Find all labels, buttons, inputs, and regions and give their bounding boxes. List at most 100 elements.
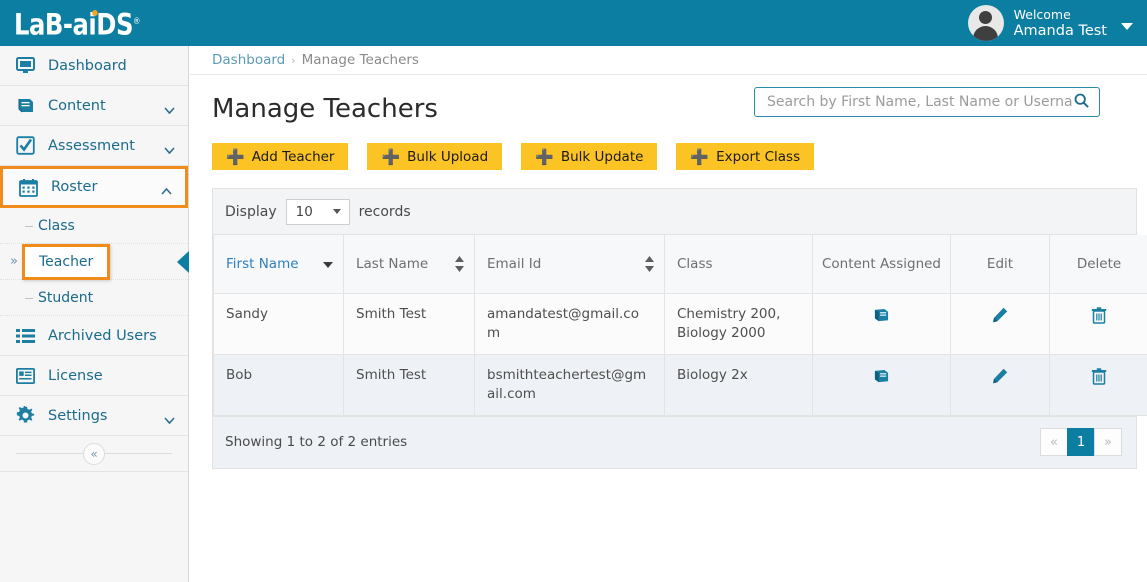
sidebar-subitem-label: Student [38, 290, 93, 306]
sidebar-item-license[interactable]: License [0, 356, 188, 396]
list-icon [14, 326, 36, 346]
sidebar: Dashboard Content Assessment Roster [0, 46, 189, 582]
search-input[interactable] [765, 93, 1074, 111]
search-icon[interactable] [1074, 93, 1089, 112]
breadcrumb-dashboard-link[interactable]: Dashboard [212, 52, 285, 68]
chevron-up-icon[interactable] [161, 184, 170, 193]
sort-both-icon [455, 256, 464, 272]
sidebar-item-settings[interactable]: Settings [0, 396, 188, 436]
sidebar-subitem-teacher-row: » Teacher [0, 244, 188, 280]
brand-logo[interactable]: LaB-aiDS® [0, 7, 150, 40]
double-chevron-left-icon[interactable]: « [83, 443, 105, 465]
column-header-content-assigned: Content Assigned [813, 235, 951, 293]
sidebar-empty-space [0, 472, 188, 572]
plus-icon: ➕ [535, 148, 554, 166]
cell-content-assigned[interactable] [813, 293, 951, 354]
column-header-first-name[interactable]: First Name [214, 235, 344, 293]
button-label: Add Teacher [252, 149, 335, 165]
column-label: First Name [226, 256, 299, 272]
column-label: Edit [987, 256, 1013, 272]
sidebar-item-content[interactable]: Content [0, 86, 188, 126]
cell-edit[interactable] [951, 293, 1050, 354]
column-header-delete: Delete [1050, 235, 1147, 293]
cell-last-name: Smith Test [344, 293, 475, 354]
sidebar-collapse-row: « [0, 436, 188, 472]
plus-icon: ➕ [226, 148, 245, 166]
cell-edit[interactable] [951, 354, 1050, 415]
chevron-down-icon[interactable] [1121, 23, 1133, 30]
records-label: records [359, 204, 411, 220]
logo-label: LaB-aiDS [14, 7, 133, 41]
tree-branch-line [25, 298, 33, 299]
sidebar-item-assessment[interactable]: Assessment [0, 126, 188, 166]
teachers-panel: Display 10 records First Name Last [212, 188, 1137, 469]
sidebar-subitem-class[interactable]: Class [0, 208, 188, 244]
table-header-row: First Name Last Name Email Id [214, 235, 1147, 293]
sidebar-subitem-student[interactable]: Student [0, 280, 188, 316]
column-header-email-id[interactable]: Email Id [475, 235, 665, 293]
cell-delete[interactable] [1050, 354, 1147, 415]
bulk-upload-button[interactable]: ➕ Bulk Upload [367, 143, 502, 170]
app-header: LaB-aiDS® Welcome Amanda Test [0, 0, 1147, 46]
cell-content-assigned[interactable] [813, 354, 951, 415]
welcome-block: Welcome Amanda Test [1014, 7, 1107, 39]
chevron-down-icon[interactable] [164, 143, 173, 152]
gear-icon [14, 406, 36, 426]
pagination-page-1-button[interactable]: 1 [1067, 428, 1095, 456]
chevron-down-icon [333, 209, 341, 214]
sidebar-item-label: Dashboard [48, 58, 188, 74]
double-chevron-right-icon: » [10, 254, 18, 269]
calendar-icon [17, 177, 39, 197]
pencil-icon[interactable] [992, 369, 1008, 388]
chevron-down-icon[interactable] [164, 103, 173, 112]
book-icon[interactable] [873, 369, 890, 388]
cell-class: Biology 2x [665, 354, 813, 415]
cell-email: bsmithteachertest@gmail.com [475, 354, 665, 415]
column-label: Delete [1077, 256, 1121, 272]
breadcrumb-separator: › [291, 54, 295, 67]
cell-delete[interactable] [1050, 293, 1147, 354]
sort-both-icon [645, 256, 654, 272]
user-avatar-icon [968, 5, 1004, 41]
sidebar-item-roster[interactable]: Roster [0, 166, 188, 208]
trash-icon[interactable] [1091, 370, 1107, 389]
column-header-last-name[interactable]: Last Name [344, 235, 475, 293]
pagination-prev-button[interactable]: « [1040, 428, 1068, 456]
column-header-class: Class [665, 235, 813, 293]
trash-icon[interactable] [1091, 309, 1107, 328]
page-title-row: Manage Teachers [190, 75, 1147, 137]
records-per-page-select[interactable]: 10 [286, 199, 350, 225]
column-header-edit: Edit [951, 235, 1050, 293]
main-content: Dashboard › Manage Teachers Manage Teach… [190, 46, 1147, 582]
action-button-row: ➕ Add Teacher ➕ Bulk Upload ➕ Bulk Updat… [190, 137, 1147, 170]
sidebar-subitem-teacher[interactable]: Teacher [22, 244, 110, 280]
column-label: Last Name [356, 256, 428, 272]
pencil-icon[interactable] [992, 308, 1008, 327]
table-footer: Showing 1 to 2 of 2 entries « 1 » [213, 416, 1136, 468]
breadcrumb-current: Manage Teachers [302, 52, 419, 68]
book-icon[interactable] [873, 308, 890, 327]
user-menu[interactable]: Welcome Amanda Test [968, 5, 1147, 41]
sidebar-item-label: Archived Users [48, 328, 188, 344]
sort-desc-icon [323, 262, 333, 268]
search-box[interactable] [754, 87, 1100, 117]
sidebar-item-label: License [48, 368, 188, 384]
user-name: Amanda Test [1014, 23, 1107, 39]
checkbox-check-icon [14, 136, 36, 156]
export-class-button[interactable]: ➕ Export Class [676, 143, 814, 170]
sidebar-item-archived-users[interactable]: Archived Users [0, 316, 188, 356]
display-records-row: Display 10 records [213, 189, 1136, 235]
column-label: Content Assigned [822, 256, 941, 272]
cell-class: Chemistry 200, Biology 2000 [665, 293, 813, 354]
chevron-down-icon[interactable] [164, 413, 173, 422]
table-row: Bob Smith Test bsmithteachertest@gmail.c… [214, 354, 1147, 415]
add-teacher-button[interactable]: ➕ Add Teacher [212, 143, 348, 170]
teachers-table: First Name Last Name Email Id [213, 235, 1147, 416]
plus-icon: ➕ [381, 148, 400, 166]
button-label: Export Class [716, 149, 800, 165]
pagination-next-button[interactable]: » [1094, 428, 1122, 456]
bulk-update-button[interactable]: ➕ Bulk Update [521, 143, 657, 170]
button-label: Bulk Update [561, 149, 644, 165]
sidebar-item-dashboard[interactable]: Dashboard [0, 46, 188, 86]
welcome-label: Welcome [1014, 7, 1107, 23]
